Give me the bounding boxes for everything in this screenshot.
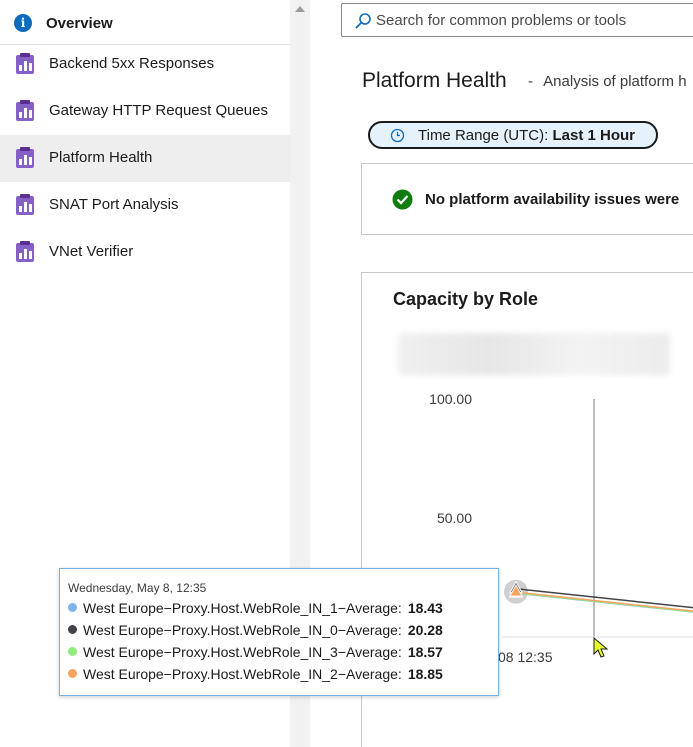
tooltip-date: Wednesday, May 8, 12:35 [68,581,207,595]
status-banner: No platform availability issues were [361,163,693,235]
tooltip-series-name: West Europe−Proxy.Host.WebRole_IN_0−Aver… [83,622,402,638]
search-box[interactable] [341,3,693,37]
time-range-button[interactable]: Time Range (UTC): Last 1 Hour [368,121,658,149]
sidebar-item-label: Gateway HTTP Request Queues [49,102,268,119]
tooltip-row: West Europe−Proxy.Host.WebRole_IN_0−Aver… [68,622,443,638]
detector-icon [16,241,34,262]
time-range-value: Last 1 Hour [552,127,635,144]
series-line [515,587,693,609]
search-input[interactable] [376,9,693,31]
sidebar-item-label: Platform Health [49,149,153,166]
detector-icon [16,194,34,215]
detector-icon [16,53,34,74]
detector-icon [16,147,34,168]
sidebar-item-label: VNet Verifier [49,243,134,260]
series-dot-icon [68,669,77,678]
time-range-text: Time Range (UTC): Last 1 Hour [418,127,635,144]
sidebar-item-platform-health[interactable]: Platform Health [0,135,290,182]
x-tick-label: 08 12:35 [498,649,553,665]
page-subtitle: - Analysis of platform h [528,73,687,90]
tooltip-series-value: 18.85 [407,666,443,682]
tooltip-series-name: West Europe−Proxy.Host.WebRole_IN_1−Aver… [83,600,402,616]
y-tick-label: 100.00 [429,391,472,407]
info-icon: i [14,14,32,32]
sidebar-item-overview[interactable]: i Overview [0,0,290,45]
scroll-up-arrow-icon[interactable] [295,6,305,12]
tooltip-series-value: 18.43 [407,600,443,616]
mouse-cursor-icon [593,637,609,658]
sidebar-item-label: Overview [46,15,113,32]
series-dot-icon [68,625,77,634]
tooltip-row: West Europe−Proxy.Host.WebRole_IN_2−Aver… [68,666,443,682]
y-tick-label: 50.00 [437,510,472,526]
page-subtitle-text: Analysis of platform h [543,73,687,90]
search-icon [355,13,371,29]
sidebar-item-vnet-verifier[interactable]: VNet Verifier [0,229,290,276]
tooltip-series-value: 20.28 [407,622,443,638]
clock-icon [390,128,405,143]
series-dot-icon [68,647,77,656]
page-title: Platform Health [362,69,507,92]
sidebar-item-backend-5xx-responses[interactable]: Backend 5xx Responses [0,41,290,88]
sidebar-item-gateway-http-request-queues[interactable]: Gateway HTTP Request Queues [0,88,290,135]
check-icon [392,189,413,210]
tooltip-row: West Europe−Proxy.Host.WebRole_IN_1−Aver… [68,600,443,616]
detector-icon [16,100,34,121]
sidebar-item-label: SNAT Port Analysis [49,196,179,213]
tooltip-series-name: West Europe−Proxy.Host.WebRole_IN_2−Aver… [83,666,402,682]
chart-tooltip: Wednesday, May 8, 12:35 West Europe−Prox… [59,568,499,696]
tooltip-series-value: 18.57 [407,644,443,660]
status-text: No platform availability issues were [425,191,680,208]
tooltip-series-name: West Europe−Proxy.Host.WebRole_IN_3−Aver… [83,644,402,660]
sidebar-item-label: Backend 5xx Responses [49,55,215,72]
title-separator: - [528,73,533,90]
sidebar-item-snat-port-analysis[interactable]: SNAT Port Analysis [0,182,290,229]
time-range-label: Time Range (UTC): [418,127,549,144]
series-line [515,592,693,613]
tooltip-row: West Europe−Proxy.Host.WebRole_IN_3−Aver… [68,644,443,660]
series-dot-icon [68,603,77,612]
